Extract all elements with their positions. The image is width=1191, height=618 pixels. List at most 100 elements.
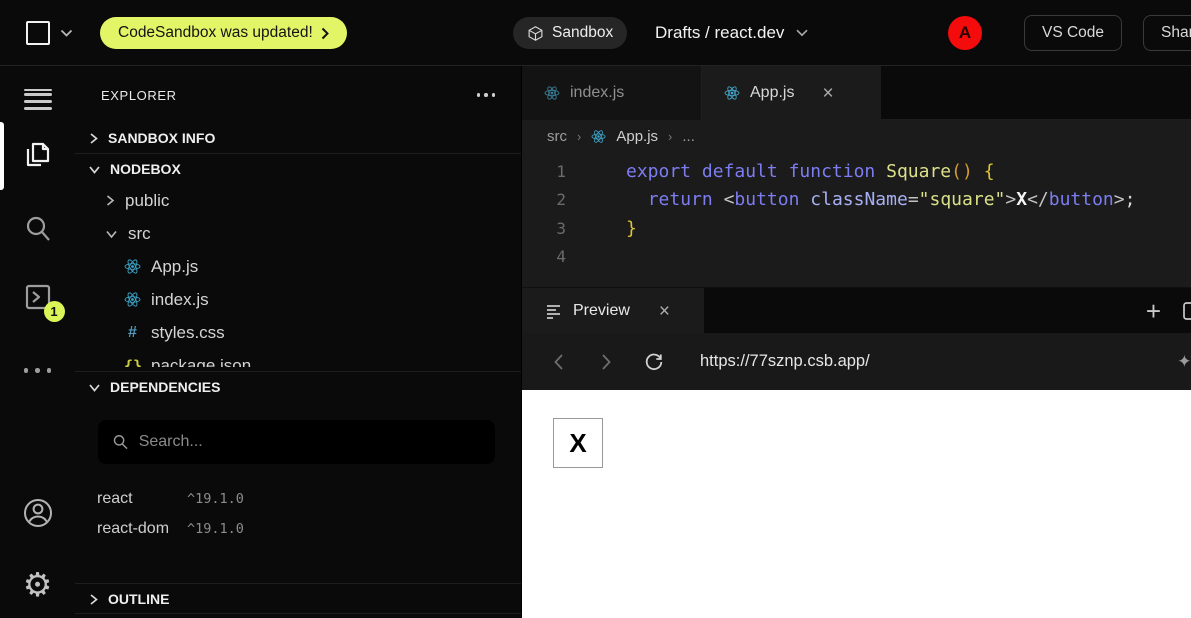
tree-item-label: index.js xyxy=(151,290,209,310)
more-views-icon[interactable] xyxy=(0,368,75,373)
section-outline[interactable]: OUTLINE xyxy=(75,584,521,614)
explorer-more-actions-icon[interactable] xyxy=(477,93,496,97)
terminal-view-icon[interactable]: 1 xyxy=(0,280,75,314)
section-nodebox[interactable]: NODEBOX xyxy=(75,154,521,184)
css-icon: # xyxy=(124,324,141,342)
breadcrumb-more: ... xyxy=(682,128,695,145)
section-sandbox-info[interactable]: SANDBOX INFO xyxy=(75,123,521,153)
chevron-right-icon xyxy=(88,593,99,606)
tree-file-stylescss[interactable]: # styles.css xyxy=(75,316,521,349)
back-icon[interactable] xyxy=(534,353,582,371)
editor-tabstrip: index.js App.js × xyxy=(522,66,1191,120)
tab-appjs[interactable]: App.js × xyxy=(702,66,881,120)
tree-item-label: styles.css xyxy=(151,323,225,343)
preview-icon xyxy=(546,304,562,319)
chevron-right-icon xyxy=(88,132,99,145)
sandbox-badge-label: Sandbox xyxy=(552,24,613,42)
explorer-panel: EXPLORER SANDBOX INFO NODEBOX public src… xyxy=(75,66,521,618)
project-title-text: Drafts / react.dev xyxy=(655,23,784,43)
tab-indexjs[interactable]: index.js xyxy=(522,66,702,120)
breadcrumb-folder: src xyxy=(547,128,567,145)
dependency-version: ^19.1.0 xyxy=(187,521,244,537)
code-text: } xyxy=(586,218,637,239)
user-avatar[interactable]: A xyxy=(948,16,982,50)
search-view-icon[interactable] xyxy=(0,212,75,246)
refresh-icon[interactable] xyxy=(630,352,678,372)
vscode-button[interactable]: VS Code xyxy=(1024,15,1122,51)
chevron-down-icon xyxy=(88,382,101,393)
chevron-down-icon xyxy=(88,164,101,175)
explorer-files-icon[interactable] xyxy=(0,138,75,172)
avatar-letter: A xyxy=(959,23,971,43)
top-bar: CodeSandbox was updated! Sandbox Drafts … xyxy=(0,0,1191,66)
close-tab-icon[interactable]: × xyxy=(822,84,833,103)
preview-tabbar: Preview × + xyxy=(522,287,1191,333)
dependency-name: react-dom xyxy=(97,520,175,538)
account-icon[interactable] xyxy=(0,494,75,532)
layout-icon[interactable] xyxy=(1183,302,1191,320)
update-banner[interactable]: CodeSandbox was updated! xyxy=(100,17,347,49)
code-line[interactable]: 4 xyxy=(522,243,1191,272)
code-line[interactable]: 2 return <button className="square">X</b… xyxy=(522,186,1191,215)
code-text: export default function Square() { xyxy=(586,161,995,182)
close-preview-icon[interactable]: × xyxy=(659,302,670,321)
tree-item-label: App.js xyxy=(151,257,198,277)
dependency-row-react[interactable]: react ^19.1.0 xyxy=(75,490,521,508)
add-devtool-icon[interactable]: + xyxy=(1146,296,1161,327)
cube-icon xyxy=(527,25,544,42)
files-icon xyxy=(21,138,55,172)
tree-folder-public[interactable]: public xyxy=(75,184,521,217)
tree-file-appjs[interactable]: App.js xyxy=(75,250,521,283)
dependency-name: react xyxy=(97,490,175,508)
section-label: SANDBOX INFO xyxy=(108,130,215,146)
code-line[interactable]: 1export default function Square() { xyxy=(522,157,1191,186)
line-number: 4 xyxy=(522,247,586,266)
dependency-search-input[interactable] xyxy=(139,433,481,451)
breadcrumb-separator: › xyxy=(668,129,672,144)
code-line[interactable]: 3} xyxy=(522,214,1191,243)
dependency-search xyxy=(98,420,495,464)
section-label: DEPENDENCIES xyxy=(110,379,220,395)
ai-sparkle-icon[interactable]: ✦✦ xyxy=(1177,352,1191,372)
project-breadcrumb[interactable]: Drafts / react.dev xyxy=(655,0,808,66)
chevron-right-icon xyxy=(321,27,329,40)
search-icon xyxy=(112,433,129,451)
line-number: 2 xyxy=(522,190,586,209)
editor-breadcrumb[interactable]: src › App.js › ... xyxy=(522,120,1191,153)
react-icon xyxy=(724,85,740,101)
line-number: 1 xyxy=(522,162,586,181)
activity-bar: 1 ⚙ xyxy=(0,66,75,618)
preview-content: X xyxy=(522,390,1191,618)
chevron-down-icon xyxy=(796,29,808,37)
update-banner-label: CodeSandbox was updated! xyxy=(118,24,313,42)
tree-item-label: package.json xyxy=(151,356,251,368)
codesandbox-logo[interactable] xyxy=(26,0,73,66)
gear-icon: ⚙ xyxy=(23,568,53,601)
dependency-row-react-dom[interactable]: react-dom ^19.1.0 xyxy=(75,520,521,538)
menu-icon[interactable] xyxy=(0,84,75,96)
share-button[interactable]: Share xyxy=(1143,15,1191,51)
preview-square-button[interactable]: X xyxy=(553,418,603,468)
sandbox-type-badge[interactable]: Sandbox xyxy=(513,17,627,49)
forward-icon[interactable] xyxy=(582,353,630,371)
react-icon xyxy=(544,85,560,101)
line-number: 3 xyxy=(522,219,586,238)
react-icon xyxy=(124,291,141,308)
tree-file-packagejson[interactable]: {} package.json xyxy=(75,349,521,367)
settings-icon[interactable]: ⚙ xyxy=(0,568,75,601)
chevron-down-icon xyxy=(60,29,73,38)
explorer-title: EXPLORER xyxy=(101,88,177,103)
tab-label: index.js xyxy=(570,84,624,102)
preview-url[interactable]: https://77sznp.csb.app/ xyxy=(700,352,870,371)
tab-label: Preview xyxy=(573,302,630,320)
terminal-badge: 1 xyxy=(44,301,65,322)
tab-preview[interactable]: Preview × xyxy=(522,288,704,334)
tree-folder-src[interactable]: src xyxy=(75,217,521,250)
preview-urlbar: https://77sznp.csb.app/ ✦✦ xyxy=(522,333,1191,390)
breadcrumb-file: App.js xyxy=(616,128,658,145)
section-dependencies[interactable]: DEPENDENCIES xyxy=(75,372,521,402)
react-icon xyxy=(591,129,606,144)
tree-file-indexjs[interactable]: index.js xyxy=(75,283,521,316)
section-label: NODEBOX xyxy=(110,161,181,177)
section-label: OUTLINE xyxy=(108,591,169,607)
